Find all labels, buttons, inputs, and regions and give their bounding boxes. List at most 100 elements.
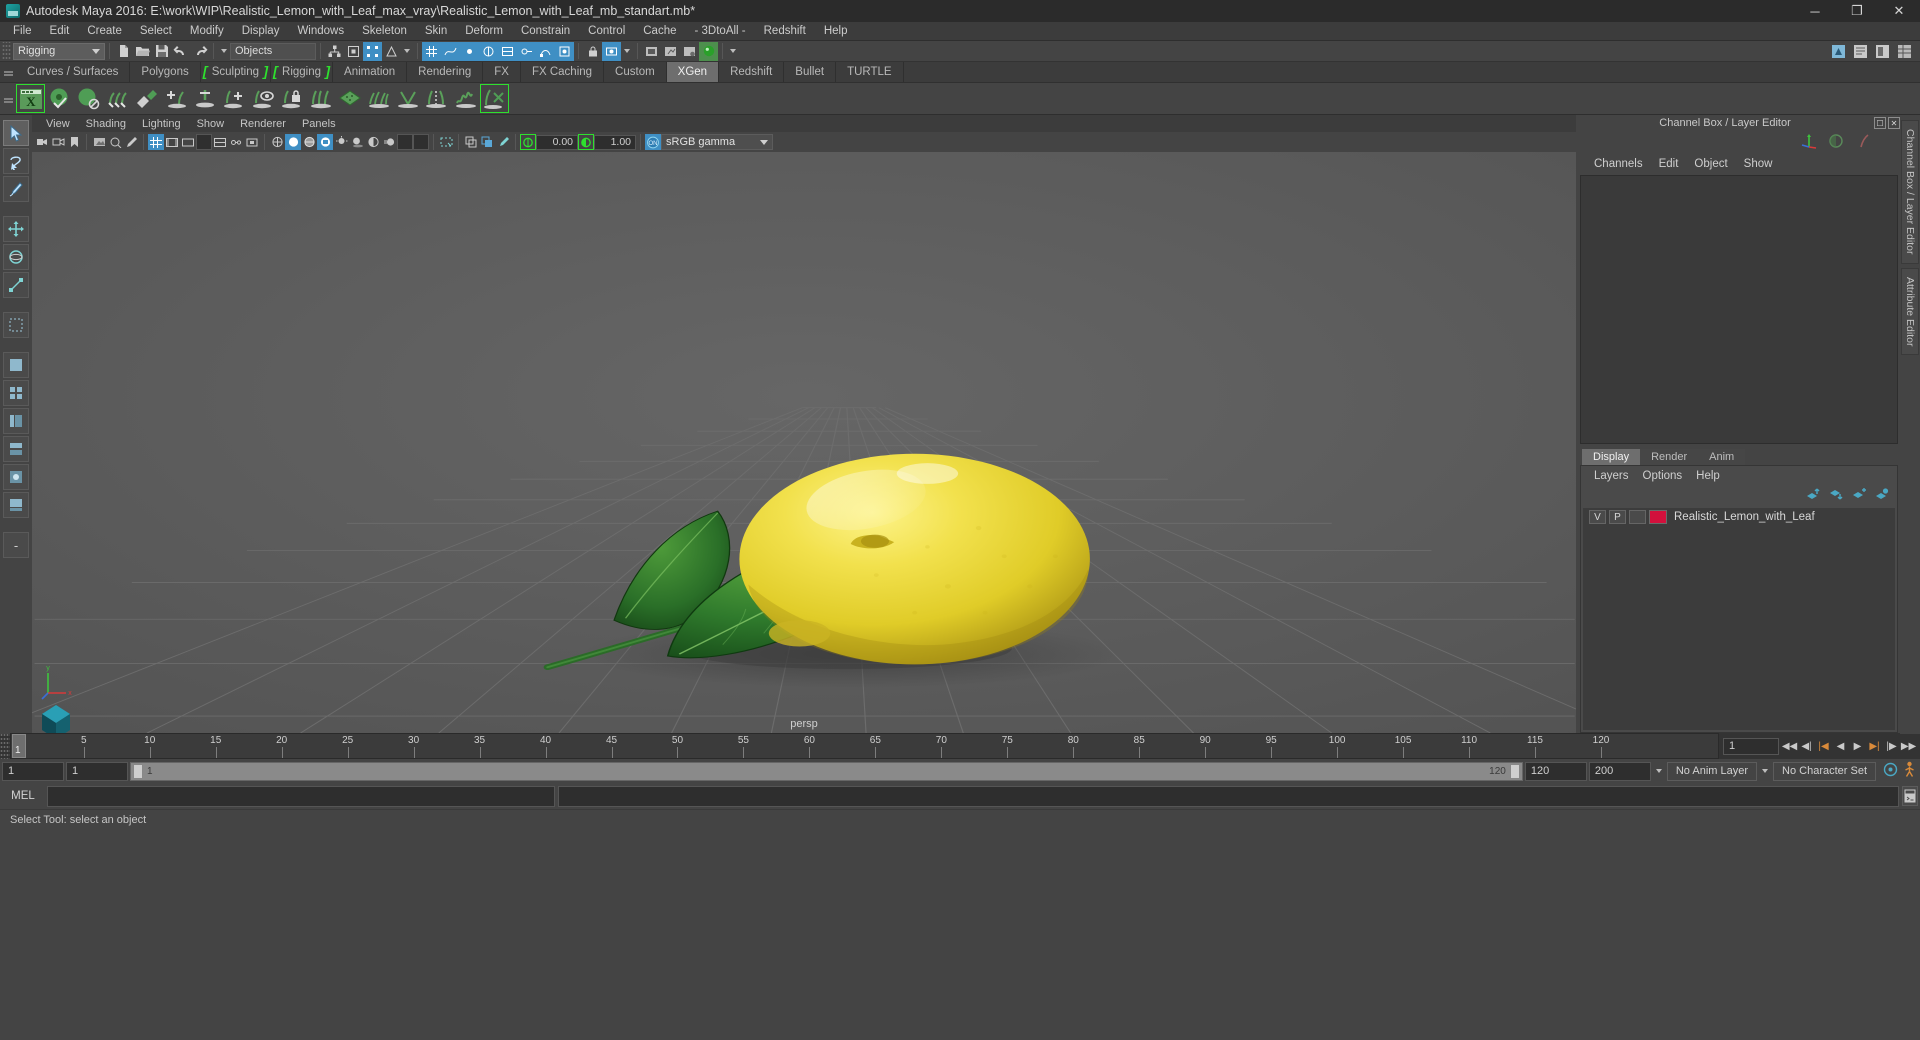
animation-preferences-icon[interactable] bbox=[1882, 761, 1899, 781]
xgen-noise-icon[interactable] bbox=[451, 84, 480, 113]
sidebar-channel-box-icon[interactable] bbox=[1895, 42, 1914, 61]
anim-layer-dropdown[interactable]: No Anim Layer bbox=[1666, 761, 1758, 781]
go-to-start-button[interactable]: ◀◀ bbox=[1782, 738, 1797, 754]
shading-smooth-icon[interactable] bbox=[285, 134, 301, 150]
construction-history-icon[interactable] bbox=[536, 41, 555, 61]
xgen-mesh-icon[interactable] bbox=[335, 84, 364, 113]
play-forwards-button[interactable]: ▶ bbox=[1850, 738, 1865, 754]
undo-icon[interactable] bbox=[171, 42, 190, 61]
dock-tab-attribute-editor[interactable]: Attribute Editor bbox=[1901, 267, 1919, 355]
menu-redshift[interactable]: Redshift bbox=[755, 23, 815, 39]
quick-layout-hypershade-button[interactable] bbox=[3, 464, 29, 490]
shelf-tab-rigging[interactable]: [Rigging] bbox=[271, 62, 334, 82]
channel-box-body[interactable] bbox=[1580, 175, 1898, 444]
color-management-toggle-icon[interactable]: ON bbox=[645, 134, 661, 150]
menu-constrain[interactable]: Constrain bbox=[512, 23, 579, 39]
shelf-tab-fx[interactable]: FX bbox=[483, 62, 521, 82]
channel-box-menu-show[interactable]: Show bbox=[1736, 157, 1781, 171]
time-slider-grip[interactable] bbox=[0, 733, 10, 759]
gamma-toggle-icon[interactable] bbox=[578, 134, 594, 150]
snap-projected-icon[interactable] bbox=[479, 41, 498, 61]
dock-tab-channel-box[interactable]: Channel Box / Layer Editor bbox=[1901, 120, 1919, 264]
film-gate-icon[interactable] bbox=[164, 134, 180, 150]
last-tool-button[interactable] bbox=[3, 312, 29, 338]
keep-keys-icon[interactable] bbox=[517, 41, 536, 61]
menu-create[interactable]: Create bbox=[78, 23, 131, 39]
xgen-clump-icon[interactable] bbox=[364, 84, 393, 113]
xgen-groom-icon[interactable] bbox=[103, 84, 132, 113]
anim-layer-arrow-icon[interactable] bbox=[1655, 769, 1662, 773]
isolate-select-icon[interactable] bbox=[602, 41, 621, 61]
create-empty-layer-icon[interactable] bbox=[1852, 488, 1866, 504]
range-slider-bar[interactable]: 1 120 bbox=[130, 761, 1523, 781]
range-slider-right-handle[interactable] bbox=[1509, 763, 1520, 779]
shadows-icon[interactable] bbox=[349, 134, 365, 150]
range-slider-left-handle[interactable] bbox=[133, 763, 143, 779]
layer-menu-help[interactable]: Help bbox=[1689, 469, 1727, 483]
shading-textured-icon[interactable] bbox=[317, 134, 333, 150]
menu-display[interactable]: Display bbox=[233, 23, 289, 39]
object-mode-icon[interactable] bbox=[344, 42, 363, 61]
menu-windows[interactable]: Windows bbox=[288, 23, 353, 39]
shelf-row-grip[interactable] bbox=[0, 97, 16, 100]
selection-mask-dropdown[interactable]: Objects bbox=[230, 42, 316, 60]
move-layer-up-icon[interactable] bbox=[1806, 488, 1820, 504]
paint-effects-icon[interactable] bbox=[463, 134, 479, 150]
layer-list[interactable]: V P Realistic_Lemon_with_Leaf bbox=[1583, 508, 1895, 730]
toolbar-overflow-arrow-icon[interactable] bbox=[730, 49, 736, 53]
viewport-menu-lighting[interactable]: Lighting bbox=[134, 117, 189, 131]
selection-mask-arrow-icon[interactable] bbox=[221, 49, 227, 53]
command-input-field[interactable] bbox=[47, 785, 555, 807]
quick-layout-single-button[interactable] bbox=[3, 352, 29, 378]
menu-set-dropdown[interactable]: Rigging bbox=[13, 42, 105, 60]
layer-name[interactable]: Realistic_Lemon_with_Leaf bbox=[1674, 511, 1815, 523]
menu-skeleton[interactable]: Skeleton bbox=[353, 23, 416, 39]
eyedropper-icon[interactable] bbox=[495, 134, 511, 150]
undock-panel-button[interactable]: ☐ bbox=[1874, 117, 1886, 129]
paint-select-tool-button[interactable] bbox=[3, 176, 29, 202]
depth-peeling-icon[interactable] bbox=[413, 134, 429, 150]
shelf-tab-bullet[interactable]: Bullet bbox=[784, 62, 837, 82]
layer-editor-tab-render[interactable]: Render bbox=[1640, 449, 1699, 465]
menu-deform[interactable]: Deform bbox=[456, 23, 512, 39]
quick-layout-persp-outliner-button[interactable] bbox=[3, 492, 29, 518]
quick-layout-four-button[interactable] bbox=[3, 380, 29, 406]
maximize-button[interactable]: ❐ bbox=[1836, 0, 1878, 22]
gamma-value[interactable]: 1.00 bbox=[594, 134, 636, 150]
shading-sphere-icon[interactable] bbox=[1828, 133, 1844, 152]
shading-wireframe-icon[interactable] bbox=[269, 134, 285, 150]
manipulator-axis-icon[interactable] bbox=[1800, 133, 1818, 152]
bookmark-icon[interactable] bbox=[66, 134, 82, 150]
channel-box-menu-channels[interactable]: Channels bbox=[1586, 157, 1651, 171]
play-backwards-button[interactable]: ◀ bbox=[1833, 738, 1848, 754]
layer-color-swatch[interactable] bbox=[1649, 510, 1667, 524]
animation-start-field[interactable]: 1 bbox=[2, 761, 64, 781]
exposure-toggle-icon[interactable] bbox=[520, 134, 536, 150]
layer-shading-toggle[interactable] bbox=[1629, 510, 1646, 524]
resolution-gate-icon[interactable] bbox=[180, 134, 196, 150]
open-scene-icon[interactable] bbox=[133, 42, 152, 61]
save-scene-icon[interactable] bbox=[152, 42, 171, 61]
range-start-field[interactable]: 1 bbox=[66, 761, 128, 781]
animation-end-field[interactable]: 200 bbox=[1588, 761, 1651, 781]
sidebar-tool-settings-icon[interactable] bbox=[1873, 42, 1892, 61]
statusline-grip[interactable] bbox=[2, 41, 11, 61]
shelf-tab-redshift[interactable]: Redshift bbox=[719, 62, 785, 82]
xray-joints-icon[interactable] bbox=[228, 134, 244, 150]
xgen-comb-icon[interactable] bbox=[306, 84, 335, 113]
redo-icon[interactable] bbox=[190, 42, 209, 61]
render-globals-icon[interactable] bbox=[555, 41, 574, 61]
shelf-tab-animation[interactable]: Animation bbox=[333, 62, 408, 82]
new-scene-icon[interactable] bbox=[114, 42, 133, 61]
quick-layout-more-button[interactable]: - bbox=[3, 532, 29, 558]
isolate-select-viewport-icon[interactable] bbox=[438, 134, 454, 150]
xray-active-components-icon[interactable] bbox=[244, 134, 260, 150]
layer-playback-toggle[interactable]: P bbox=[1609, 510, 1626, 524]
layer-menu-layers[interactable]: Layers bbox=[1587, 469, 1636, 483]
component-mask-icon[interactable] bbox=[382, 42, 401, 61]
time-slider-track[interactable]: 1 5 10 15 20 25 30 35 40 45 50 55 60 65 70 75 80 85 90 95 1… bbox=[10, 733, 1719, 759]
xgen-cut-icon[interactable] bbox=[393, 84, 422, 113]
isolate-arrow-icon[interactable] bbox=[624, 49, 630, 53]
step-back-frame-button[interactable]: ◀| bbox=[1799, 738, 1814, 754]
snap-grid-icon[interactable] bbox=[422, 41, 441, 61]
